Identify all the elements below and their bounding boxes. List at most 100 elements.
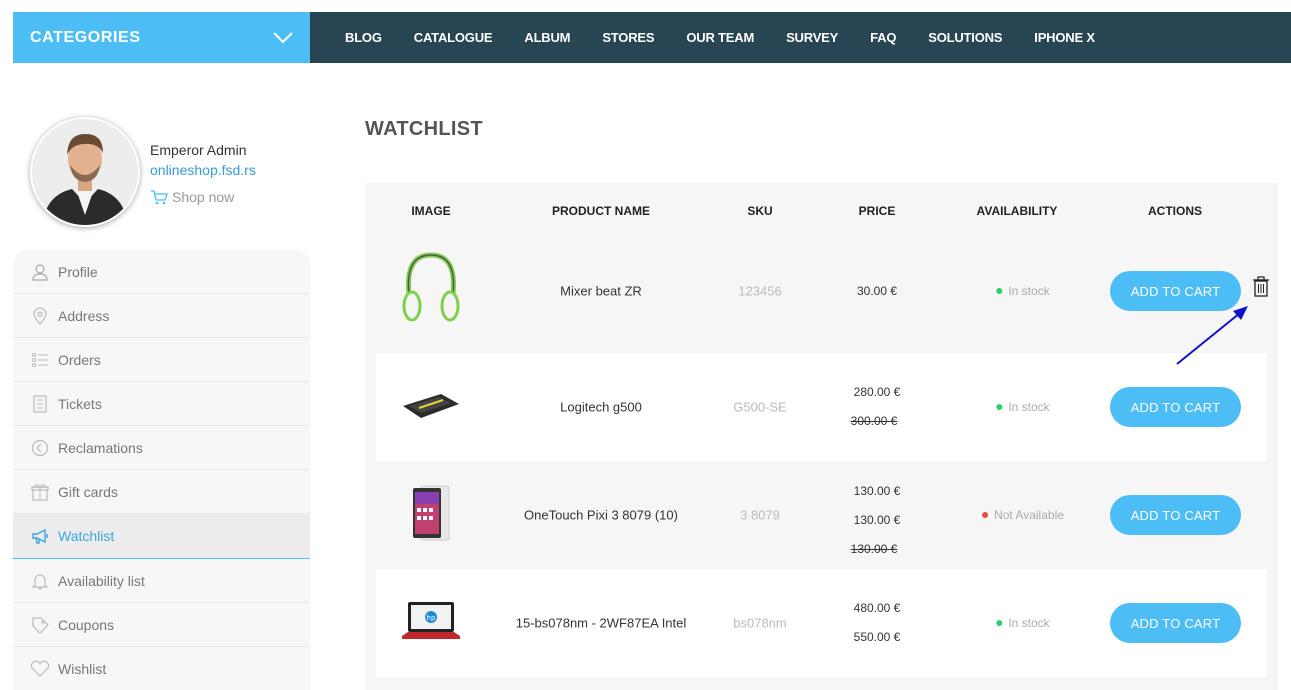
page-title: WATCHLIST	[365, 118, 483, 140]
product-price: 480.00 €	[853, 601, 901, 615]
trash-icon[interactable]	[1252, 275, 1270, 297]
column-header-image: IMAGE	[411, 204, 451, 218]
sidebar-item-orders[interactable]: Orders	[13, 338, 310, 382]
sidebar-item-coupons[interactable]: Coupons	[13, 603, 310, 647]
availability-label: In stock	[1008, 284, 1050, 298]
cart-icon	[151, 190, 168, 205]
ticket-icon	[30, 394, 50, 414]
sidebar-item-label: Gift cards	[58, 483, 118, 500]
sidebar-item-reclamations[interactable]: Reclamations	[13, 426, 310, 470]
in-stock-dot-icon	[996, 620, 1003, 626]
avatar-photo	[32, 119, 138, 225]
nav-link-blog[interactable]: BLOG	[345, 30, 382, 45]
table-row: OneTouch Pixi 3 8079 (10) 3 8079 130.00 …	[376, 461, 1267, 569]
column-header-availability: AVAILABILITY	[976, 204, 1058, 218]
product-name[interactable]: 15-bs078nm - 2WF87EA Intel	[516, 616, 687, 631]
product-name[interactable]: Logitech g500	[560, 400, 642, 415]
product-sku: 123456	[738, 283, 782, 299]
sidebar-item-label: Reclamations	[58, 439, 143, 456]
location-pin-icon	[30, 306, 50, 326]
sidebar-item-watchlist[interactable]: Watchlist	[13, 514, 310, 559]
heart-icon	[30, 659, 50, 679]
sidebar-item-label: Availability list	[58, 572, 145, 589]
sidebar-item-label: Coupons	[58, 616, 115, 633]
tablet-image	[411, 484, 451, 546]
product-price: 130.00 €	[853, 484, 901, 498]
tag-icon	[30, 615, 50, 635]
add-to-cart-button[interactable]: ADD TO CART	[1110, 271, 1241, 311]
sidebar-item-label: Address	[58, 307, 110, 324]
gift-icon	[30, 482, 50, 502]
bell-icon	[30, 571, 50, 591]
sidebar-item-availability-list[interactable]: Availability list	[13, 559, 310, 603]
nav-link-stores[interactable]: STORES	[602, 30, 654, 45]
table-row: Logitech g500 G500-SE 280.00 € 300.00 € …	[376, 353, 1267, 461]
in-stock-dot-icon	[996, 288, 1003, 294]
sidebar-item-label: Watchlist	[58, 528, 115, 544]
table-row: hp 15-bs078nm - 2WF87EA Intel bs078nm 48…	[376, 569, 1267, 677]
list-icon	[30, 350, 50, 370]
headphones-image	[399, 249, 463, 333]
column-header-price: PRICE	[858, 204, 896, 218]
main-nav: BLOG CATALOGUE ALBUM STORES OUR TEAM SUR…	[345, 30, 1127, 45]
sidebar-item-label: Orders	[58, 351, 101, 368]
sidebar-item-gift-cards[interactable]: Gift cards	[13, 470, 310, 514]
availability-label: In stock	[1008, 616, 1050, 630]
megaphone-icon	[30, 526, 50, 546]
sidebar-item-label: Profile	[58, 263, 98, 280]
chevron-down-icon	[273, 31, 293, 43]
nav-link-iphone-x[interactable]: IPHONE X	[1034, 30, 1095, 45]
categories-dropdown[interactable]: CATEGORIES	[13, 12, 310, 63]
add-to-cart-button[interactable]: ADD TO CART	[1110, 495, 1241, 535]
product-price: 30.00 €	[856, 284, 898, 298]
top-navigation-bar: CATEGORIES BLOG CATALOGUE ALBUM STORES O…	[13, 12, 1291, 63]
availability-status: In stock	[996, 616, 1050, 630]
shop-now-label: Shop now	[172, 189, 235, 205]
column-header-actions: ACTIONS	[1148, 204, 1202, 218]
not-available-dot-icon	[982, 512, 989, 518]
sidebar-item-label: Tickets	[58, 395, 102, 412]
availability-status: Not Available	[982, 508, 1064, 522]
nav-link-album[interactable]: ALBUM	[524, 30, 570, 45]
product-sku: 3 8079	[740, 507, 780, 523]
availability-label: In stock	[1008, 400, 1050, 414]
svg-text:hp: hp	[427, 614, 436, 622]
nav-link-faq[interactable]: FAQ	[870, 30, 896, 45]
laptop-image: hp	[400, 600, 462, 646]
availability-status: In stock	[996, 400, 1050, 414]
product-name[interactable]: OneTouch Pixi 3 8079 (10)	[524, 508, 678, 523]
sidebar-item-tickets[interactable]: Tickets	[13, 382, 310, 426]
column-header-sku: SKU	[747, 204, 773, 218]
keyboard-image	[401, 390, 461, 424]
watchlist-table: IMAGE PRODUCT NAME SKU PRICE AVAILABILIT…	[365, 183, 1278, 690]
profile-site-link[interactable]: onlineshop.fsd.rs	[150, 162, 256, 178]
product-price: 550.00 €	[853, 630, 901, 644]
sidebar-item-label: Wishlist	[58, 660, 107, 677]
nav-link-survey[interactable]: SURVEY	[786, 30, 838, 45]
nav-link-solutions[interactable]: SOLUTIONS	[928, 30, 1002, 45]
user-icon	[30, 262, 50, 282]
back-arrow-circle-icon	[30, 438, 50, 458]
in-stock-dot-icon	[996, 404, 1003, 410]
add-to-cart-button[interactable]: ADD TO CART	[1110, 387, 1241, 427]
table-header: IMAGE PRODUCT NAME SKU PRICE AVAILABILIT…	[365, 183, 1278, 239]
product-old-price: 300.00 €	[850, 414, 898, 428]
sidebar-item-address[interactable]: Address	[13, 294, 310, 338]
availability-status: In stock	[996, 284, 1050, 298]
product-price: 130.00 €	[853, 513, 901, 527]
sidebar-item-profile[interactable]: Profile	[13, 250, 310, 294]
product-sku: bs078nm	[733, 615, 787, 631]
avatar[interactable]	[30, 117, 140, 227]
product-price: 280.00 €	[853, 385, 901, 399]
product-old-price: 130.00 €	[850, 542, 898, 556]
availability-label: Not Available	[994, 508, 1064, 522]
product-name[interactable]: Mixer beat ZR	[560, 284, 642, 299]
add-to-cart-button[interactable]: ADD TO CART	[1110, 603, 1241, 643]
nav-link-catalogue[interactable]: CATALOGUE	[414, 30, 493, 45]
profile-name: Emperor Admin	[150, 142, 247, 158]
column-header-product-name: PRODUCT NAME	[552, 204, 650, 218]
sidebar-item-wishlist[interactable]: Wishlist	[13, 647, 310, 690]
nav-link-our-team[interactable]: OUR TEAM	[686, 30, 754, 45]
categories-label: CATEGORIES	[30, 28, 141, 46]
shop-now-link[interactable]: Shop now	[150, 189, 234, 205]
